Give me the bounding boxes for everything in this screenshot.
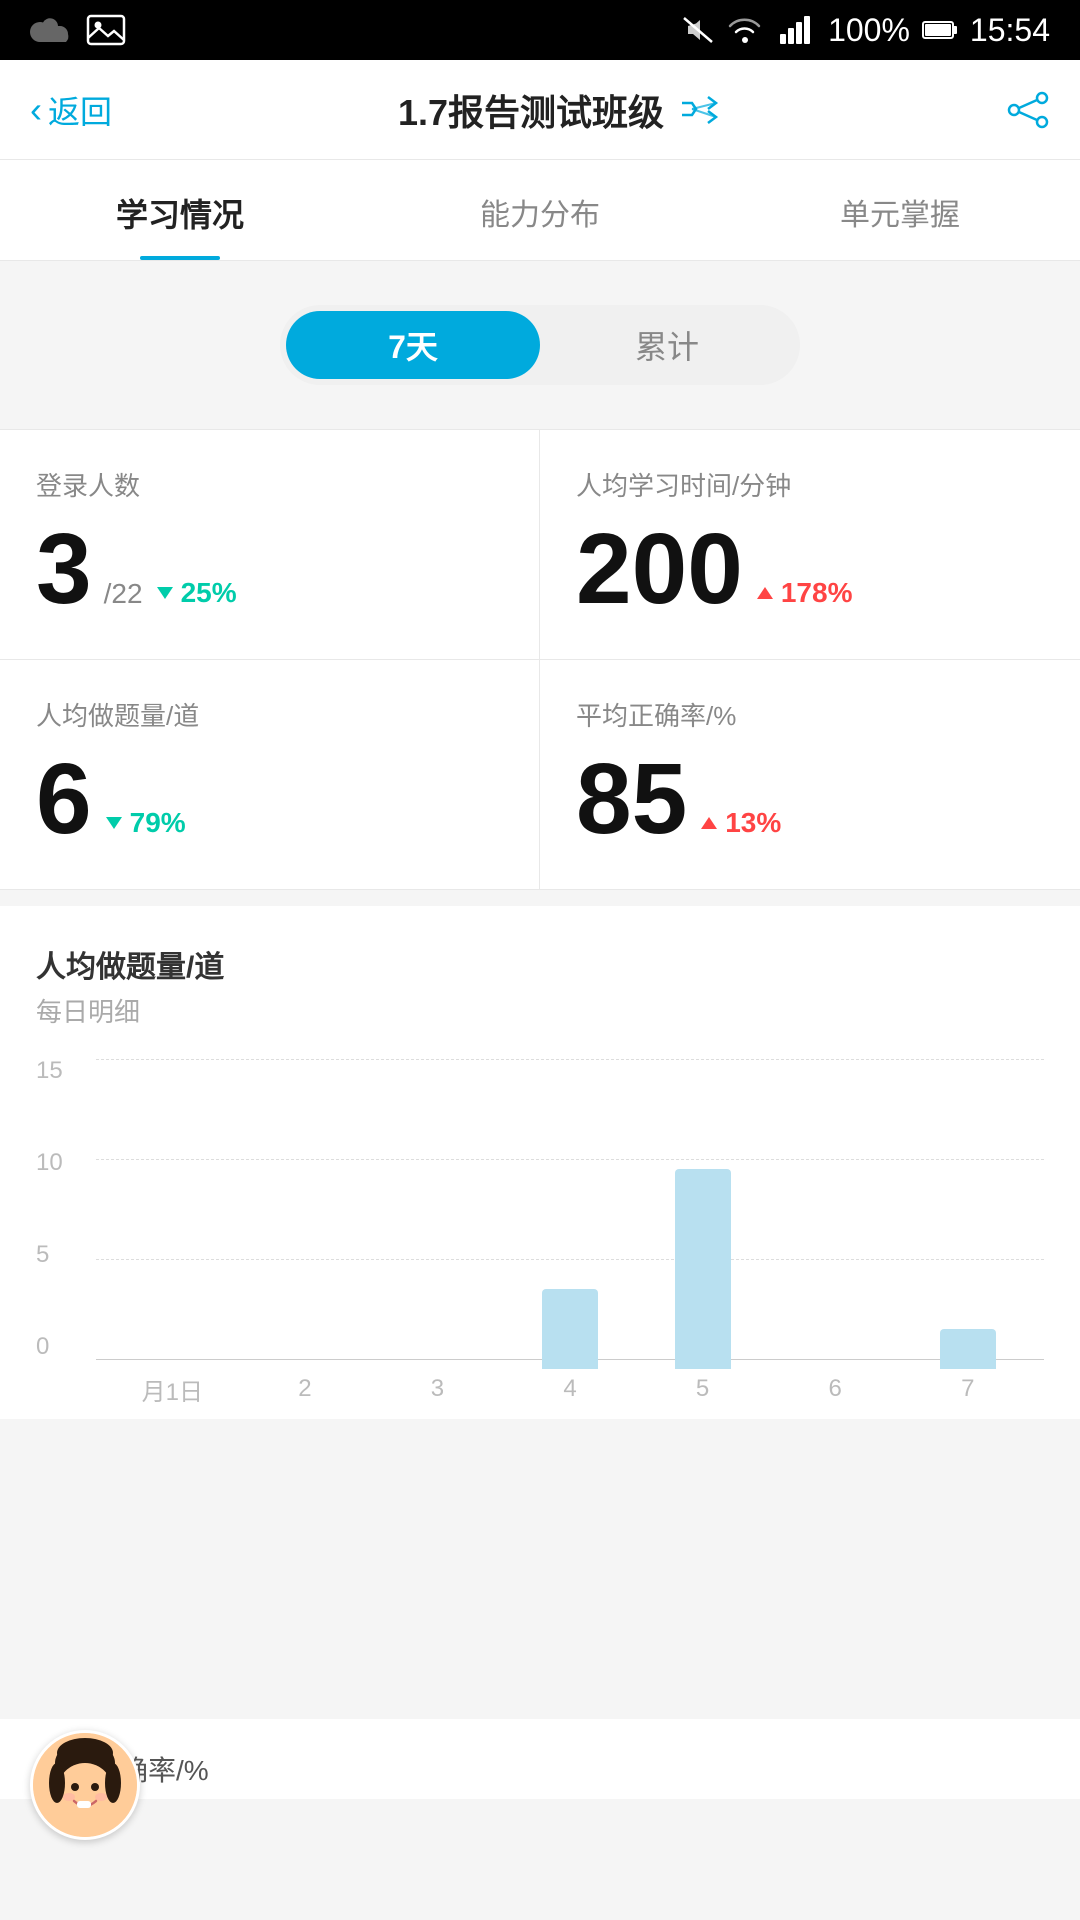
battery-icon [922, 19, 958, 41]
stat-login-value-row: 3 /22 25% [36, 519, 503, 619]
avatar [30, 1730, 140, 1840]
mute-icon [680, 14, 716, 46]
status-right-info: 100% 15:54 [680, 12, 1050, 49]
stats-grid: 登录人数 3 /22 25% 人均学习时间/分钟 200 178% [0, 429, 1080, 890]
stat-time-value: 200 [576, 519, 743, 619]
tab-ability[interactable]: 能力分布 [360, 160, 720, 260]
x-axis-labels: 月1日234567 [96, 1369, 1044, 1409]
signal-icon [780, 14, 816, 46]
stat-login-label: 登录人数 [36, 466, 503, 503]
y-label-5: 5 [36, 1243, 49, 1267]
share-icon[interactable] [1006, 90, 1050, 130]
bar-4 [675, 1169, 731, 1369]
image-icon [86, 14, 126, 46]
stat-login-change: 25% [155, 577, 237, 609]
shuffle-icon[interactable] [680, 95, 720, 125]
x-label-1: 2 [239, 1369, 372, 1409]
stat-time-label: 人均学习时间/分钟 [576, 466, 1044, 503]
stat-login-sub: /22 [104, 578, 143, 610]
back-label: 返回 [48, 87, 112, 133]
header: ‹ 返回 1.7报告测试班级 [0, 60, 1080, 160]
back-arrow-icon: ‹ [30, 89, 42, 131]
tab-bar: 学习情况 能力分布 单元掌握 [0, 160, 1080, 261]
stat-accuracy-value: 85 [576, 749, 687, 849]
stat-time-value-row: 200 178% [576, 519, 1044, 619]
avatar-face-svg [33, 1733, 137, 1837]
y-label-15: 15 [36, 1059, 63, 1083]
down-arrow-2-icon [104, 813, 124, 833]
x-label-2: 3 [371, 1369, 504, 1409]
bars-container [96, 1069, 1044, 1369]
x-label-0: 月1日 [106, 1369, 239, 1409]
stat-login-value: 3 [36, 519, 92, 619]
tab-study[interactable]: 学习情况 [0, 160, 360, 260]
stat-accuracy-change: 13% [699, 807, 781, 839]
period-toggle: 7天 累计 [280, 305, 800, 385]
chart-section: 人均做题量/道 每日明细 15 10 5 0 月1日 [0, 906, 1080, 1419]
bar-6 [940, 1329, 996, 1369]
page-title: 1.7报告测试班级 [398, 84, 720, 136]
stat-questions-label: 人均做题量/道 [36, 696, 503, 733]
chart-title: 人均做题量/道 [36, 942, 1044, 986]
y-label-0: 0 [36, 1335, 49, 1359]
y-axis-labels: 15 10 5 0 [36, 1059, 91, 1359]
bar-wrapper-3 [504, 1289, 637, 1369]
back-button[interactable]: ‹ 返回 [30, 87, 112, 133]
battery-label: 100% [828, 12, 910, 49]
y-label-10: 10 [36, 1151, 63, 1175]
status-left-icons [30, 14, 126, 46]
bottom-accuracy-label: 平均正确率/% [0, 1719, 1080, 1799]
chart-area: 月1日234567 [96, 1059, 1044, 1419]
bar-3 [542, 1289, 598, 1369]
stat-questions-value: 6 [36, 749, 92, 849]
up-arrow-2-icon [699, 813, 719, 833]
status-bar: 100% 15:54 [0, 0, 1080, 60]
wifi-icon [728, 14, 768, 46]
stat-accuracy-label: 平均正确率/% [576, 696, 1044, 733]
stat-login-count: 登录人数 3 /22 25% [0, 430, 540, 660]
stat-time-change: 178% [755, 577, 853, 609]
stat-accuracy: 平均正确率/% 85 13% [540, 660, 1080, 890]
stat-questions: 人均做题量/道 6 79% [0, 660, 540, 890]
avatar-container [30, 1730, 140, 1840]
x-label-3: 4 [504, 1369, 637, 1409]
stat-study-time: 人均学习时间/分钟 200 178% [540, 430, 1080, 660]
time-display: 15:54 [970, 12, 1050, 49]
period-cumulative-button[interactable]: 累计 [540, 311, 794, 379]
cloud-icon [30, 14, 74, 46]
period-toggle-container: 7天 累计 [0, 261, 1080, 429]
stat-questions-change: 79% [104, 807, 186, 839]
x-label-5: 6 [769, 1369, 902, 1409]
period-7days-button[interactable]: 7天 [286, 311, 540, 379]
x-label-6: 7 [901, 1369, 1034, 1409]
bar-wrapper-6 [901, 1329, 1034, 1369]
stat-accuracy-value-row: 85 13% [576, 749, 1044, 849]
bar-chart: 15 10 5 0 月1日234567 [36, 1059, 1044, 1419]
stat-questions-value-row: 6 79% [36, 749, 503, 849]
chart-subtitle: 每日明细 [36, 992, 1044, 1029]
x-label-4: 5 [636, 1369, 769, 1409]
up-arrow-icon [755, 583, 775, 603]
bar-wrapper-4 [636, 1169, 769, 1369]
tab-unit[interactable]: 单元掌握 [720, 160, 1080, 260]
down-arrow-icon [155, 583, 175, 603]
